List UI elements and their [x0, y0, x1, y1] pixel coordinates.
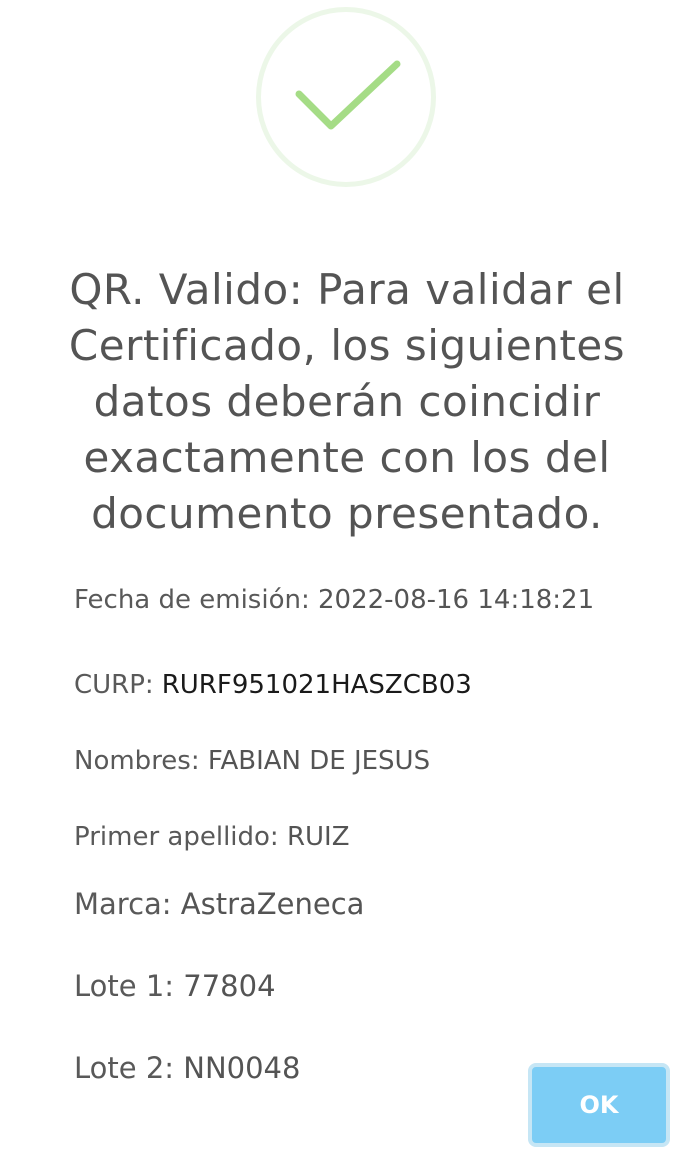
field-nombres: Nombres: FABIAN DE JESUS [74, 746, 430, 776]
field-lote-2: Lote 2: NN0048 [74, 1051, 300, 1085]
field-label: CURP: [74, 670, 154, 700]
field-fecha-emision: Fecha de emisión: 2022-08-16 14:18:21 [74, 585, 594, 615]
field-value: NN0048 [183, 1051, 301, 1085]
field-label: Primer apellido: [74, 822, 279, 852]
checkmark-icon [295, 60, 401, 130]
field-label: Lote 2: [74, 1051, 175, 1085]
field-value: RURF951021HASZCB03 [161, 670, 472, 700]
field-lote-1: Lote 1: 77804 [74, 969, 276, 1003]
field-value: 77804 [183, 969, 276, 1003]
field-value: RUIZ [286, 822, 350, 852]
field-label: Fecha de emisión: [74, 585, 310, 615]
validation-dialog: QR. Valido: Para validar el Certificado,… [0, 0, 694, 1162]
field-value: 2022-08-16 14:18:21 [318, 585, 595, 615]
field-marca: Marca: AstraZeneca [74, 887, 364, 921]
success-ring [256, 7, 436, 187]
field-primer-apellido: Primer apellido: RUIZ [74, 822, 350, 852]
ok-button[interactable]: OK [528, 1063, 670, 1147]
field-label: Lote 1: [74, 969, 175, 1003]
field-value: FABIAN DE JESUS [207, 746, 431, 776]
dialog-title: QR. Valido: Para validar el Certificado,… [68, 265, 626, 538]
field-curp: CURP: RURF951021HASZCB03 [74, 670, 472, 700]
field-label: Nombres: [74, 746, 200, 776]
field-value: AstraZeneca [180, 887, 365, 921]
field-label: Marca: [74, 887, 172, 921]
